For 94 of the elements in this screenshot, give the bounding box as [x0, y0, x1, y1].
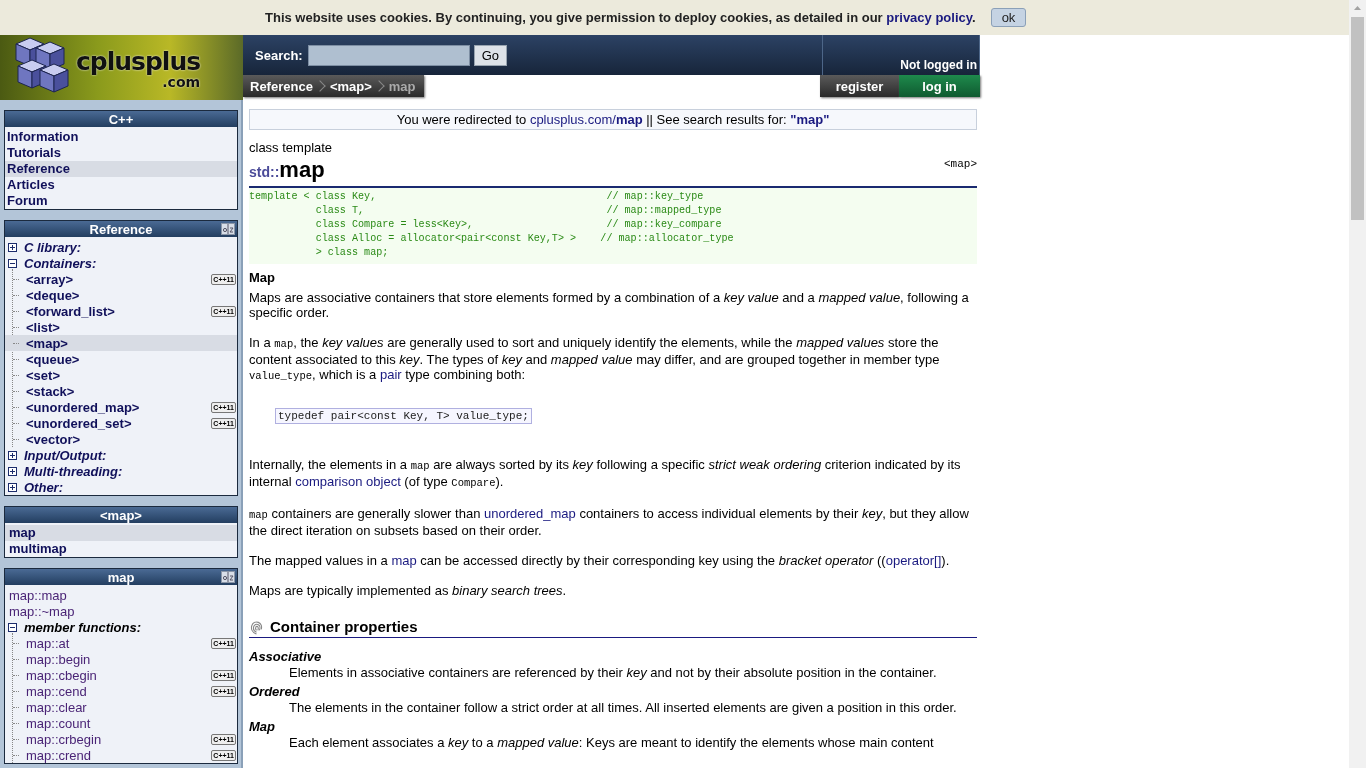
- sidebar-link[interactable]: Forum: [5, 193, 237, 209]
- tree-item[interactable]: map::cend: [26, 683, 87, 699]
- section-heading: Map: [249, 270, 276, 286]
- toggle-icon[interactable]: [8, 466, 17, 476]
- sidebar-link[interactable]: Articles: [5, 177, 237, 193]
- tree-item[interactable]: map::crend: [26, 747, 92, 763]
- tree-item[interactable]: <vector>: [26, 431, 81, 447]
- namespace-label: std::: [249, 164, 280, 180]
- tree-item[interactable]: <queue>: [26, 351, 80, 367]
- breadcrumb-link[interactable]: Reference: [250, 78, 313, 94]
- panel-title: map: [107, 569, 135, 585]
- ok-button[interactable]: ok: [990, 8, 1027, 27]
- text-link[interactable]: unordered_map: [483, 506, 576, 521]
- tree-item[interactable]: map::~map: [5, 603, 237, 619]
- code-line: class Compare = less<Key>, // map::key_compare: [314, 218, 723, 232]
- tree-group[interactable]: Other:: [24, 479, 63, 495]
- tree-item[interactable]: map::cbegin: [26, 667, 97, 683]
- code-line: template < class Key, // map::key_type: [249, 190, 705, 204]
- login-button[interactable]: log in: [899, 75, 980, 97]
- paragraph: Internally, the elements in a map are always sorted by its key following a specific strict weak ordering criterion indicated by its internal comparison object (of type Compare).: [249, 457, 962, 491]
- tree-item[interactable]: map::crbegin: [26, 731, 102, 747]
- property-definition: Each element associates a key to a mapped value: Keys are meant to identify the elements whose main content: [289, 735, 935, 750]
- fingerprint-icon: [249, 619, 264, 635]
- property-term: Map: [249, 718, 276, 735]
- breadcrumb-link[interactable]: map: [388, 78, 416, 94]
- panel-title: C++: [108, 111, 134, 127]
- sort-icon[interactable]: [221, 571, 235, 583]
- property-definition: The elements in the container follow a strict order at all times. All inserted elements are given a position in this order.: [289, 700, 958, 715]
- tree-item[interactable]: map::begin: [26, 651, 91, 667]
- tree-item[interactable]: <unordered_set>: [26, 415, 132, 431]
- cookie-message: This website uses cookies. By continuing, you give permission to deploy cookies, as detailed in our privacy policy.: [265, 10, 976, 25]
- panel-title: <map>: [100, 507, 142, 523]
- login-status: Not logged in: [900, 58, 977, 72]
- text-link[interactable]: pair: [379, 367, 402, 382]
- paragraph: In a map, the key values are generally used to sort and uniquely identify the elements, while the mapped values store the content associated to this key. The types of key and mapped value may differ, and are grouped together in member type value_type, which is a pair type combining both:: [249, 335, 941, 384]
- sidebar-link[interactable]: map: [5, 525, 237, 541]
- tree-group[interactable]: Input/Output:: [24, 447, 107, 463]
- text-link[interactable]: operator[]: [885, 553, 942, 568]
- paragraph: The mapped values in a map can be accessed directly by their corresponding key using the bracket operator ((operator[]).: [249, 553, 951, 568]
- paragraph: map containers are generally slower than unordered_map containers to access individual elements by their key, but they allow the direct iteration on subsets based on their order.: [249, 506, 970, 538]
- code-line: class Alloc = allocator<pair<const Key,T> > // map::allocator_type: [314, 232, 735, 246]
- paragraph: Maps are associative containers that store elements formed by a combination of a key value and a mapped value, following a specific order.: [249, 290, 970, 320]
- code-line: > class map;: [314, 246, 390, 260]
- text-link[interactable]: map: [391, 553, 417, 568]
- sidebar-link[interactable]: Information: [5, 129, 237, 145]
- toggle-icon[interactable]: [8, 482, 17, 492]
- toggle-icon[interactable]: [8, 450, 17, 460]
- scrollbar[interactable]: [1349, 0, 1366, 768]
- header-link[interactable]: <map>: [944, 158, 977, 170]
- redirect-link[interactable]: "map": [790, 112, 830, 127]
- redirect-notice: You were redirected to cplusplus.com/map || See search results for: "map": [249, 109, 977, 130]
- tree-group[interactable]: Containers:: [24, 255, 97, 271]
- tree-item[interactable]: map::map: [5, 587, 237, 603]
- page-subtitle: class template: [249, 140, 333, 156]
- tree-item[interactable]: <forward_list>: [26, 303, 115, 319]
- property-definition: Elements in associative containers are referenced by their key and not by their absolute position in the container.: [289, 665, 938, 680]
- tree-item[interactable]: <set>: [26, 367, 60, 383]
- paragraph: Maps are typically implemented as binary search trees.: [249, 583, 568, 598]
- property-term: Ordered: [249, 683, 301, 700]
- tree-item[interactable]: <deque>: [26, 287, 80, 303]
- search-label: Search:: [255, 47, 303, 63]
- code-snippet: typedef pair<const Key, T> value_type;: [275, 408, 532, 424]
- page-title: map: [279, 157, 325, 182]
- scrollbar-thumb[interactable]: [1351, 17, 1364, 220]
- tree-item[interactable]: <unordered_map>: [26, 399, 140, 415]
- toggle-icon[interactable]: [8, 242, 17, 252]
- redirect-link[interactable]: cplusplus.com/map: [529, 112, 643, 127]
- sidebar-link[interactable]: Reference: [5, 161, 237, 177]
- tree-item[interactable]: <stack>: [26, 383, 75, 399]
- tree-item[interactable]: map::count: [26, 715, 91, 731]
- code-line: class T, // map::mapped_type: [314, 204, 723, 218]
- section-heading: Container properties: [270, 618, 418, 636]
- toggle-icon[interactable]: [8, 258, 17, 268]
- panel-title: Reference: [89, 221, 153, 237]
- tree-item[interactable]: <map>: [26, 335, 68, 351]
- site-logo[interactable]: cplusplus .com: [0, 35, 243, 100]
- register-button[interactable]: register: [820, 75, 899, 97]
- search-field[interactable]: [307, 44, 470, 66]
- tree-group[interactable]: member functions:: [24, 619, 141, 635]
- tree-item[interactable]: map::clear: [26, 699, 87, 715]
- breadcrumb-link[interactable]: <map>: [329, 78, 372, 94]
- tree-group[interactable]: C library:: [24, 239, 82, 255]
- sidebar-link[interactable]: Tutorials: [5, 145, 237, 161]
- property-term: Associative: [249, 648, 323, 665]
- tree-item[interactable]: map::at: [26, 635, 70, 651]
- tree-item[interactable]: <array>: [26, 271, 73, 287]
- sidebar-link[interactable]: multimap: [5, 541, 237, 557]
- text-link[interactable]: comparison object: [295, 474, 401, 489]
- tree-group[interactable]: Multi-threading:: [24, 463, 123, 479]
- sort-icon[interactable]: [221, 223, 235, 235]
- privacy-policy-link[interactable]: privacy policy: [886, 10, 972, 25]
- go-button[interactable]: Go: [473, 44, 508, 66]
- tree-item[interactable]: <list>: [26, 319, 60, 335]
- toggle-icon[interactable]: [8, 622, 17, 632]
